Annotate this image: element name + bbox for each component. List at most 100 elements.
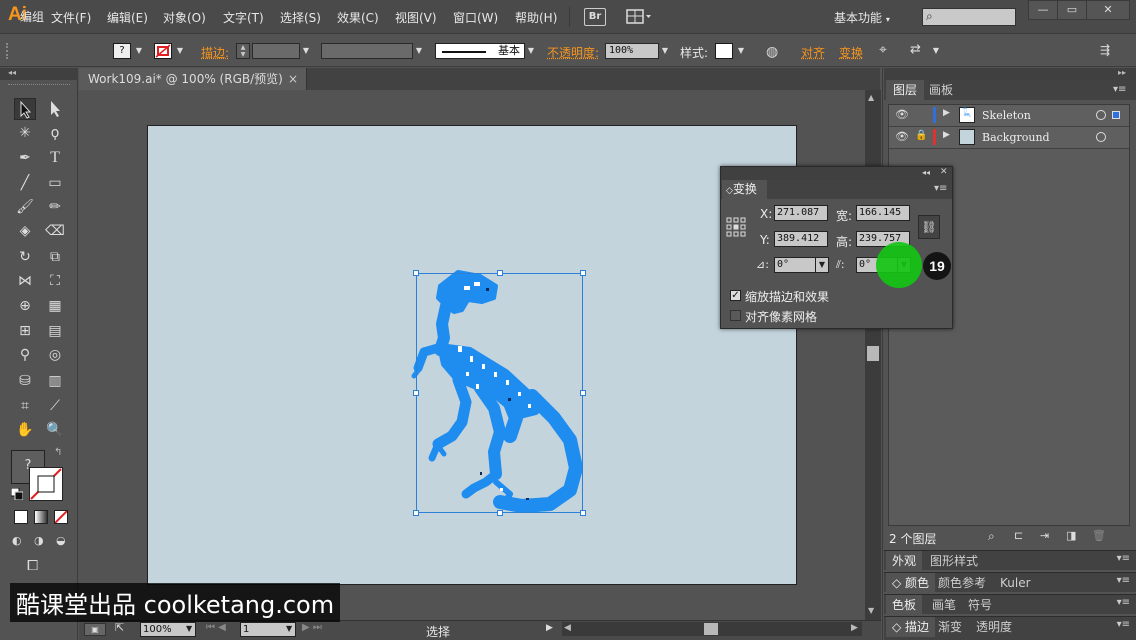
mesh-tool-icon[interactable]: ⊞ (14, 320, 36, 342)
tab-gradient[interactable]: 渐变 (932, 617, 968, 637)
eye-icon[interactable]: 👁 (895, 108, 909, 121)
scroll-up-icon[interactable]: ▲ (868, 93, 874, 102)
panel-menu-icon[interactable]: ▾≡ (934, 183, 947, 194)
tab-color-guide[interactable]: 颜色参考 (932, 573, 992, 593)
lock-icon[interactable]: 🔒 (915, 130, 927, 141)
slice-tool-icon[interactable]: ⟋ (44, 395, 66, 417)
status-menu-icon[interactable]: ▶ (546, 623, 553, 633)
artboard-nav-next[interactable]: ▶ ⏭ (302, 622, 322, 633)
resize-handle-top-right[interactable] (580, 270, 586, 276)
reference-point-icon[interactable] (726, 217, 746, 240)
clipping-mask-icon[interactable]: ⊏ (1014, 529, 1023, 542)
stroke-panel-link[interactable]: 描边: (201, 44, 229, 61)
menu-select[interactable]: 选择(S) (280, 9, 321, 26)
pen-tool-icon[interactable]: ✒ (14, 147, 36, 169)
rectangle-tool-icon[interactable]: ▭ (44, 172, 66, 194)
chevron-down-icon[interactable]: ▼ (659, 43, 671, 59)
y-position-field[interactable]: 389.412 (774, 231, 828, 247)
target-icon[interactable] (1096, 132, 1106, 142)
artboard-nav-prev[interactable]: ⏮ ◀ (206, 622, 226, 633)
symbol-sprayer-tool-icon[interactable]: ⛁ (14, 370, 36, 392)
perspective-grid-tool-icon[interactable]: ▦ (44, 295, 66, 317)
opacity-field[interactable]: 100% (605, 43, 659, 59)
expand-arrow-icon[interactable]: ▶ (943, 130, 950, 140)
selection-indicator[interactable] (1112, 111, 1120, 119)
selection-tool-icon[interactable] (14, 98, 36, 120)
document-profile-icon[interactable]: ▣ (84, 623, 106, 636)
resize-handle-top-left[interactable] (413, 270, 419, 276)
transform-panel-titlebar[interactable] (721, 167, 952, 180)
panel-menu-icon[interactable]: ▾≡ (1117, 575, 1130, 586)
draw-behind-icon[interactable]: ◑ (34, 534, 52, 548)
collapse-panel-icon[interactable]: ◂◂ (922, 168, 930, 177)
type-tool-icon[interactable]: T (44, 147, 66, 169)
brush-definition-field[interactable]: 基本 (435, 43, 525, 59)
shape-builder-tool-icon[interactable]: ⊕ (14, 295, 36, 317)
chevron-down-icon[interactable]: ▼ (930, 43, 942, 59)
align-panel-link[interactable]: 对齐 (801, 44, 825, 61)
none-mode-icon[interactable] (54, 510, 68, 524)
resize-handle-right[interactable] (580, 390, 586, 396)
artboard-tool-icon[interactable]: ⌗ (14, 395, 36, 417)
tab-appearance[interactable]: 外观 (886, 551, 923, 571)
resize-handle-left[interactable] (413, 390, 419, 396)
target-icon[interactable] (1096, 110, 1106, 120)
resize-handle-bottom-right[interactable] (580, 510, 586, 516)
rotate-angle-field[interactable]: 0° (774, 257, 816, 273)
panel-menu-icon[interactable]: ⇶ (1100, 43, 1110, 57)
vertical-scroll-thumb[interactable] (867, 346, 879, 361)
menu-edit[interactable]: 编辑(E) (107, 9, 148, 26)
default-fill-stroke-icon[interactable] (10, 487, 24, 501)
lasso-tool-icon[interactable]: ϙ (44, 122, 66, 144)
new-layer-icon[interactable]: ◨ (1066, 529, 1076, 542)
variable-width-profile[interactable] (321, 43, 413, 59)
stroke-weight-stepper[interactable]: ▲ ▼ (236, 43, 250, 59)
gradient-tool-icon[interactable]: ▤ (44, 320, 66, 342)
pencil-tool-icon[interactable]: ✏ (44, 196, 66, 218)
chevron-down-icon[interactable]: ▼ (413, 43, 425, 59)
width-field[interactable]: 166.145 (856, 205, 910, 221)
blob-brush-tool-icon[interactable]: ◈ (14, 220, 36, 242)
transform-panel-link[interactable]: 变换 (839, 44, 863, 61)
color-mode-icon[interactable] (14, 510, 28, 524)
recolor-artwork-icon[interactable]: ◍ (766, 44, 778, 60)
menu-view[interactable]: 视图(V) (395, 9, 437, 26)
stroke-swatch[interactable] (154, 43, 172, 59)
zoom-tool-icon[interactable]: 🔍 (44, 419, 66, 441)
workspace-switcher[interactable]: 基本功能 ▾ (834, 9, 890, 26)
scale-strokes-checkbox[interactable]: ✓ (730, 290, 741, 301)
magic-wand-tool-icon[interactable]: ✳ (14, 122, 36, 144)
swap-fill-stroke-icon[interactable]: ↰ (54, 447, 62, 458)
blend-tool-icon[interactable]: ◎ (44, 344, 66, 366)
resize-handle-bottom[interactable] (497, 510, 503, 516)
scroll-down-icon[interactable]: ▼ (868, 606, 874, 615)
tools-collapse-icon[interactable]: ◂◂ (0, 68, 78, 80)
tab-layers[interactable]: 图层 (886, 80, 925, 100)
dock-collapse-icon[interactable]: ▸▸ (1118, 68, 1126, 77)
close-icon[interactable]: × (288, 68, 298, 90)
graphic-style-swatch[interactable] (715, 43, 733, 59)
chevron-down-icon[interactable]: ▼ (300, 43, 312, 59)
new-sublayer-icon[interactable]: ⇥ (1040, 529, 1049, 542)
delete-layer-icon[interactable]: 🗑 (1092, 529, 1106, 542)
horizontal-scroll-thumb[interactable] (704, 623, 718, 635)
document-tab[interactable]: Work109.ai* @ 100% (RGB/预览) × (79, 68, 307, 90)
column-graph-tool-icon[interactable]: ▥ (44, 370, 66, 392)
selection-bounding-box[interactable] (416, 273, 583, 513)
close-icon[interactable]: ✕ (940, 167, 948, 177)
tab-kuler[interactable]: Kuler (994, 573, 1037, 593)
screen-mode-icon[interactable]: ⧠ (27, 558, 51, 576)
layer-row-skeleton[interactable]: 👁 ▶ 𓆗 Skeleton (889, 105, 1129, 127)
stroke-color-box[interactable] (29, 467, 63, 501)
direct-selection-tool-icon[interactable] (44, 98, 66, 120)
maximize-button[interactable]: ▭ (1057, 0, 1087, 20)
isolate-group-icon[interactable]: ⌖ (879, 42, 887, 58)
align-pixel-grid-checkbox[interactable] (730, 310, 741, 321)
width-tool-icon[interactable]: ⋈ (14, 270, 36, 292)
panel-menu-icon[interactable]: ▾≡ (1117, 619, 1130, 630)
chevron-down-icon[interactable]: ▼ (186, 624, 192, 633)
resize-handle-top[interactable] (497, 270, 503, 276)
tab-color[interactable]: ◇ 颜色 (886, 573, 936, 593)
layer-row-background[interactable]: 👁 🔒 ▶ Background (889, 127, 1129, 149)
resize-handle-bottom-left[interactable] (413, 510, 419, 516)
